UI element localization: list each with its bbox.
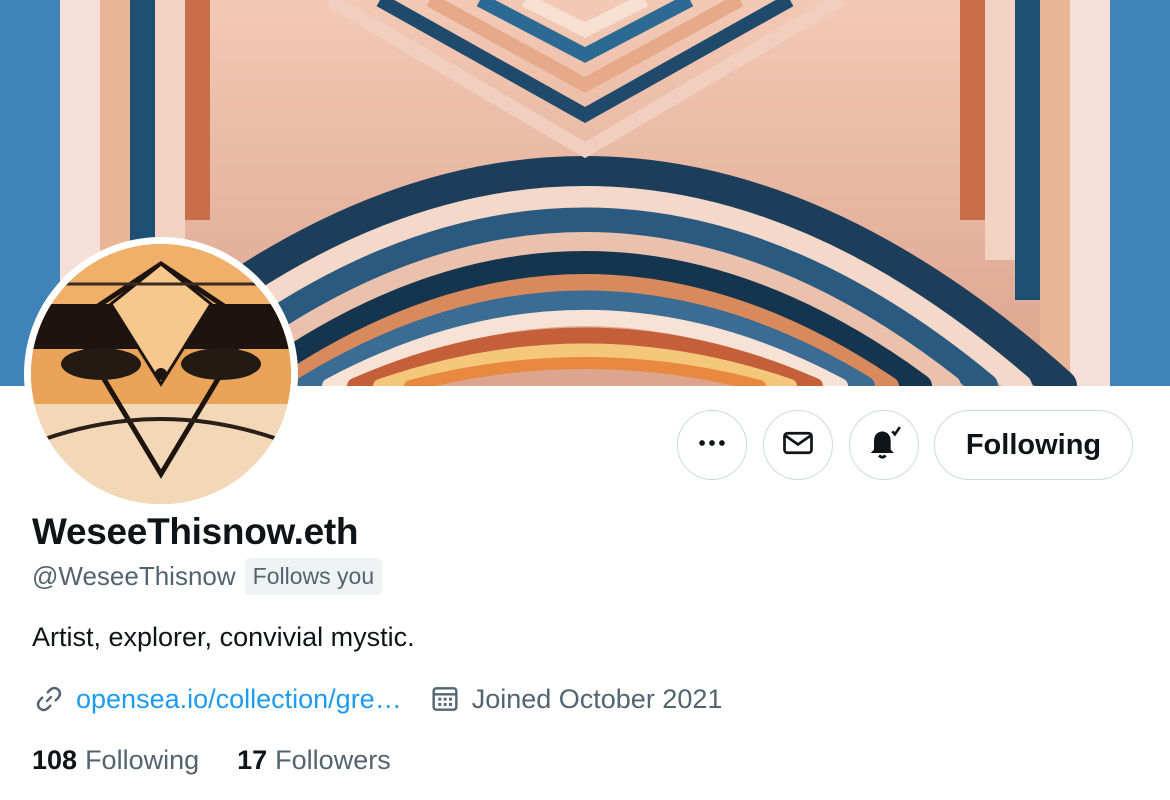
following-count: 108: [32, 745, 78, 775]
joined-item: Joined October 2021: [428, 682, 723, 716]
follows-you-badge: Follows you: [244, 558, 383, 595]
bio: Artist, explorer, convivial mystic.: [32, 622, 415, 652]
handle: @WeseeThisnow: [32, 561, 236, 591]
follow-stats: 108 Following 17 Followers: [32, 745, 429, 776]
followers-label: Followers: [275, 745, 391, 775]
notifications-button[interactable]: [849, 410, 919, 480]
avatar[interactable]: [24, 237, 298, 511]
following-stat[interactable]: 108 Following: [32, 745, 199, 776]
display-name: WeseeThisnow.eth: [32, 511, 359, 552]
followers-stat[interactable]: 17 Followers: [237, 745, 391, 776]
more-horizontal-icon: [695, 426, 729, 465]
following-label: Following: [85, 745, 200, 775]
message-button[interactable]: [763, 410, 833, 480]
bell-subscribed-icon: [864, 423, 904, 468]
calendar-icon: [428, 682, 462, 716]
more-button[interactable]: [677, 410, 747, 480]
website-item: opensea.io/collection/gre…: [32, 682, 402, 716]
profile-meta: opensea.io/collection/gre… Joined Octobe…: [32, 682, 722, 716]
link-icon: [32, 682, 66, 716]
followers-count: 17: [237, 745, 268, 775]
following-button[interactable]: Following: [934, 410, 1133, 480]
joined-date: Joined October 2021: [471, 683, 723, 714]
website-link[interactable]: opensea.io/collection/gre…: [76, 684, 402, 715]
handle-row: @WeseeThisnow Follows you: [32, 558, 383, 595]
avatar-image: [31, 244, 291, 504]
envelope-icon: [780, 425, 816, 466]
